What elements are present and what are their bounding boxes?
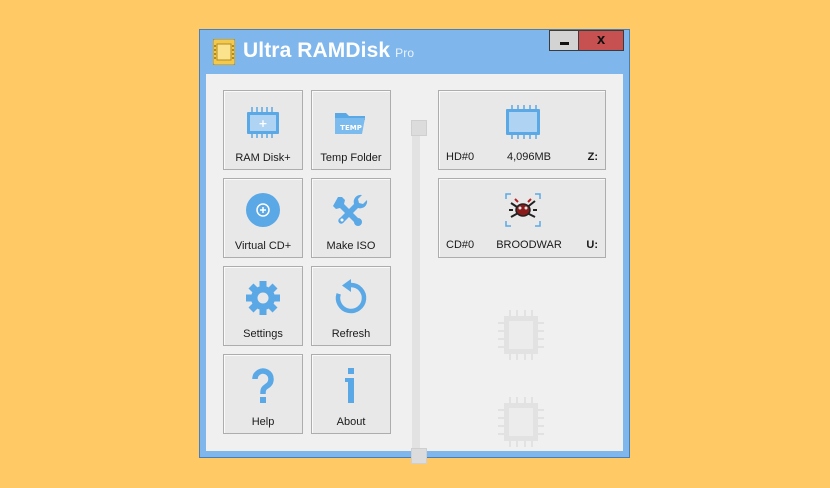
make-iso-button[interactable]: Make ISO [311, 178, 391, 258]
temp-folder-label: Temp Folder [320, 152, 382, 164]
close-button[interactable]: x [578, 30, 624, 51]
app-window: Ultra RAMDisk Pro x + RAM Disk+ TEMP Tem… [199, 29, 630, 464]
refresh-button[interactable]: Refresh [311, 266, 391, 346]
scroll-down-cap[interactable] [411, 448, 427, 464]
virtual-cd-button[interactable]: Virtual CD+ [223, 178, 303, 258]
memory-chip-icon: + [247, 107, 279, 138]
empty-slot-chip-icon [498, 397, 544, 447]
ram-disk-button[interactable]: + RAM Disk+ [223, 90, 303, 170]
app-title-text: Ultra RAMDisk [243, 39, 391, 62]
drive-hd0[interactable]: 4,096MB HD#0 Z: [438, 90, 606, 170]
slot-scrollbar[interactable] [412, 120, 420, 462]
make-iso-label: Make ISO [326, 240, 376, 252]
about-label: About [336, 416, 366, 428]
temp-folder-icon: TEMP [335, 113, 365, 134]
scroll-up-cap[interactable] [411, 120, 427, 136]
about-button[interactable]: About [311, 354, 391, 434]
edition-label: Pro [395, 46, 415, 60]
virtual-cd-label: Virtual CD+ [234, 240, 292, 252]
minimize-button[interactable] [549, 30, 579, 51]
refresh-label: Refresh [331, 328, 371, 340]
drive-id: CD#0 [446, 239, 475, 251]
question-icon [252, 368, 274, 403]
title-bar[interactable]: Ultra RAMDisk Pro x [200, 30, 629, 74]
drive-id: HD#0 [446, 151, 475, 163]
info-icon [345, 368, 354, 403]
window-title: Ultra RAMDisk Pro [243, 39, 414, 63]
app-chip-icon [213, 39, 235, 65]
settings-button[interactable]: Settings [223, 266, 303, 346]
settings-label: Settings [243, 328, 283, 340]
ram-disk-label: RAM Disk+ [235, 152, 291, 164]
cd-add-icon [246, 193, 280, 227]
broodwar-disc-icon [505, 193, 541, 227]
gear-icon [246, 281, 280, 315]
help-label: Help [251, 416, 275, 428]
drive-cd0[interactable]: BROODWAR CD#0 U: [438, 178, 606, 258]
drive-letter: Z: [587, 151, 598, 163]
empty-slot-chip-icon [498, 310, 544, 360]
refresh-icon [335, 279, 367, 314]
memory-module-icon [506, 105, 540, 139]
tools-icon [333, 194, 368, 226]
drive-letter: U: [586, 239, 598, 251]
svg-text:+: + [258, 117, 267, 130]
temp-folder-button[interactable]: TEMP Temp Folder [311, 90, 391, 170]
svg-text:TEMP: TEMP [340, 124, 362, 132]
main-panel: + RAM Disk+ TEMP Temp Folder Virtual CD+ [206, 74, 623, 464]
help-button[interactable]: Help [223, 354, 303, 434]
